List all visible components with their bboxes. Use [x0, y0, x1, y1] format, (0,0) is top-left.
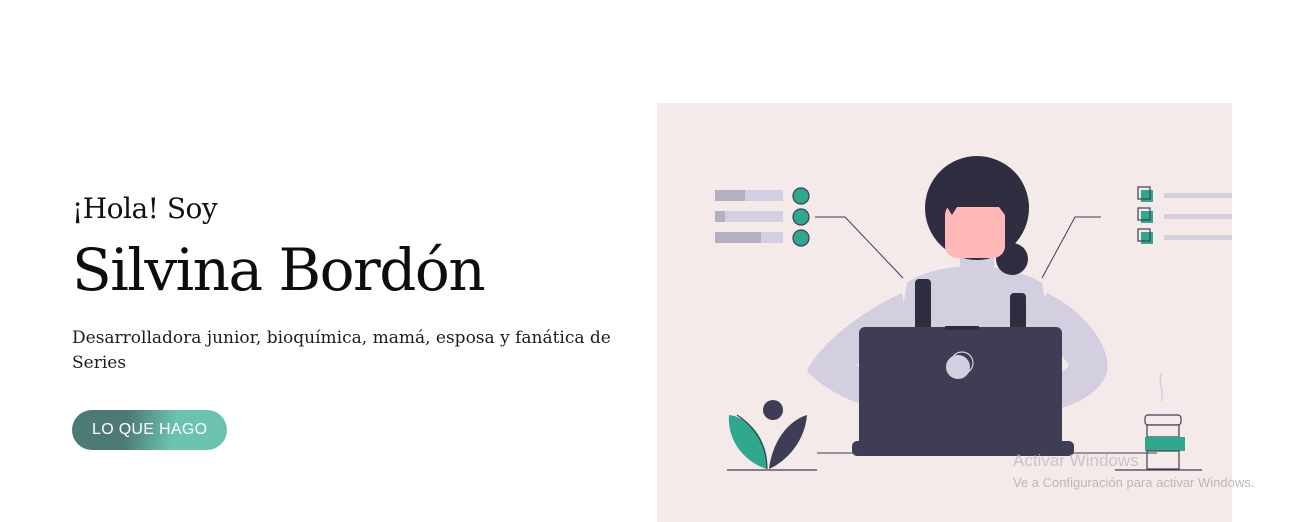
- coffee-cup-graphic: [1115, 372, 1202, 471]
- plant-graphic: [727, 400, 817, 471]
- name-heading: Silvina Bordón: [72, 236, 486, 304]
- left-checklist-graphic: [715, 187, 904, 279]
- hero-illustration: [657, 103, 1232, 522]
- greeting-text: ¡Hola! Soy: [72, 192, 218, 225]
- right-checklist-graphic: [1041, 186, 1232, 279]
- tagline-text: Desarrolladora junior, bioquímica, mamá,…: [72, 328, 611, 373]
- lo-que-hago-button[interactable]: LO QUE HAGO: [72, 410, 228, 450]
- hero-intro: ¡Hola! Soy Silvina Bordón Desarrolladora…: [72, 190, 632, 450]
